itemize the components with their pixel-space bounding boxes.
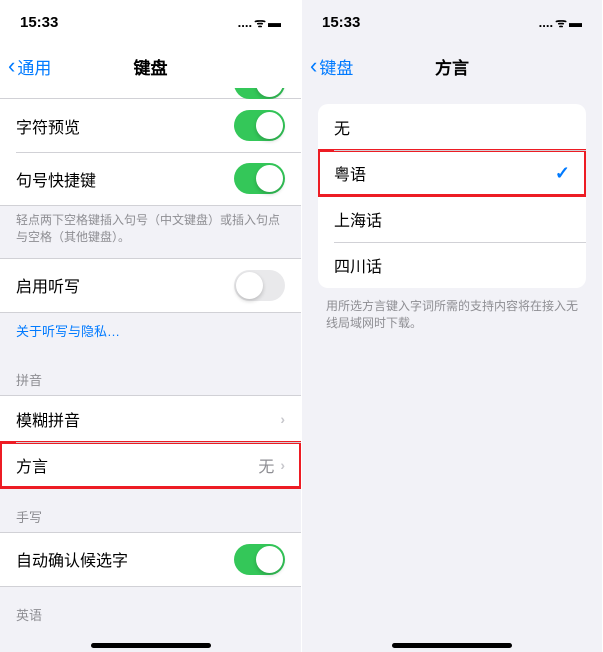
row-label: 模糊拼音 [16, 407, 80, 431]
option-label: 无 [334, 115, 350, 139]
chevron-left-icon: ‹ [8, 53, 15, 79]
section-header-pinyin: 拼音 [0, 352, 301, 395]
back-label: 通用 [17, 54, 51, 79]
nav-bar: ‹ 通用 键盘 [0, 44, 301, 88]
row-label: 自动确认候选字 [16, 547, 128, 571]
option-cantonese[interactable]: 粤语 ✓ [318, 150, 586, 196]
option-label: 上海话 [334, 207, 382, 231]
chevron-right-icon: › [280, 457, 285, 473]
back-button[interactable]: ‹ 键盘 [310, 53, 353, 79]
section-header-handwriting: 手写 [0, 489, 301, 532]
option-none[interactable]: 无 [318, 104, 586, 150]
checkmark-icon: ✓ [555, 163, 570, 184]
option-label: 粤语 [334, 161, 366, 185]
option-shanghainese[interactable]: 上海话 [318, 196, 586, 242]
row-label: 句号快捷键 [16, 167, 96, 191]
option-sichuanese[interactable]: 四川话 [318, 242, 586, 288]
status-icons: .... ᯤ ▬ [539, 13, 582, 31]
home-indicator[interactable] [91, 643, 211, 648]
chevron-left-icon: ‹ [310, 53, 317, 79]
bottom-area [302, 629, 602, 652]
bottom-area [0, 629, 301, 652]
row-char-preview: 字符预览 [0, 99, 301, 152]
row-fuzzy-pinyin[interactable]: 模糊拼音 › [0, 396, 301, 442]
page-title: 键盘 [134, 54, 168, 79]
status-icons: .... ᯤ ▬ [238, 13, 281, 31]
row-period-shortcut: 句号快捷键 [0, 152, 301, 205]
row-label: 启用听写 [16, 273, 80, 297]
status-time: 15:33 [20, 14, 58, 31]
toggle-auto-confirm[interactable] [234, 544, 285, 575]
row-label: 方言 [16, 453, 48, 477]
page-title: 方言 [435, 54, 469, 79]
option-label: 四川话 [334, 253, 382, 277]
footer-note: 用所选方言键入字词所需的支持内容将在接入无线局域网时下载。 [302, 288, 602, 342]
row-dictation: 启用听写 [0, 259, 301, 312]
back-label: 键盘 [319, 54, 353, 79]
toggle-dictation[interactable] [234, 270, 285, 301]
row-value: 无 [258, 453, 274, 477]
back-button[interactable]: ‹ 通用 [8, 53, 51, 79]
row-label: 字符预览 [16, 114, 80, 138]
dictation-privacy-link[interactable]: 关于听写与隐私… [0, 313, 301, 352]
toggle-char-preview[interactable] [234, 110, 285, 141]
row-auto-confirm: 自动确认候选字 [0, 533, 301, 586]
status-bar: 15:33 .... ᯤ ▬ [0, 0, 301, 44]
footer-note: 轻点两下空格键插入句号（中文键盘）或插入句点与空格（其他键盘）。 [0, 206, 301, 258]
status-bar: 15:33 .... ᯤ ▬ [302, 0, 602, 44]
toggle-period-shortcut[interactable] [234, 163, 285, 194]
home-indicator[interactable] [392, 643, 512, 648]
section-header-english: 英语 [0, 587, 301, 629]
row-dialect[interactable]: 方言 无 › [0, 442, 301, 488]
status-time: 15:33 [322, 14, 360, 31]
chevron-right-icon: › [280, 411, 285, 427]
nav-bar: ‹ 键盘 方言 [302, 44, 602, 88]
